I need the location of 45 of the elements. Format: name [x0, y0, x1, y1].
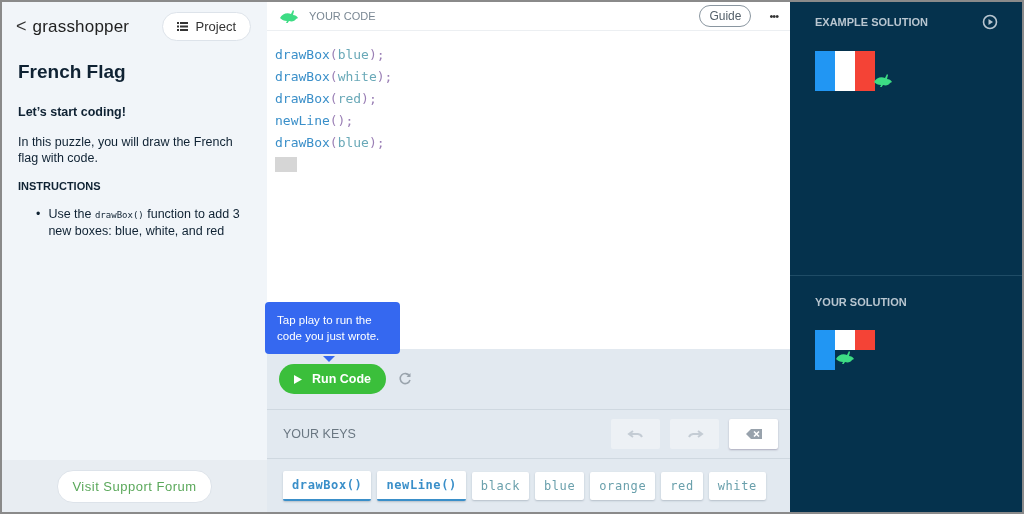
code-key[interactable]: newLine()	[377, 470, 466, 501]
more-button[interactable]: •••	[769, 10, 778, 22]
code-key[interactable]: red	[661, 471, 703, 500]
grasshopper-icon	[279, 9, 299, 23]
code-key[interactable]: blue	[534, 471, 585, 500]
instruction-text: Use the drawBox() function to add 3 new boxes: blue, white, and red	[48, 206, 241, 240]
run-code-button[interactable]: Run Code	[279, 364, 387, 394]
intro-text: In this puzzle, you will draw the French flag with code.	[18, 135, 234, 167]
keys-title: YOUR KEYS	[283, 427, 357, 441]
subtitle: Let’s start coding!	[18, 105, 127, 119]
guide-button[interactable]: Guide	[699, 5, 752, 27]
grasshopper-icon	[873, 73, 893, 87]
flag-drawing	[815, 49, 875, 91]
support-forum-button[interactable]: Visit Support Forum	[57, 469, 212, 503]
play-icon[interactable]	[982, 14, 998, 30]
code-key[interactable]: white	[708, 471, 766, 500]
text-cursor	[275, 157, 297, 172]
project-button[interactable]: Project	[161, 12, 251, 41]
section-heading: INSTRUCTIONS	[18, 180, 102, 193]
reset-icon[interactable]	[398, 372, 413, 386]
code-key[interactable]: orange	[590, 471, 656, 500]
play-icon	[294, 374, 302, 384]
flag-drawing	[815, 328, 875, 370]
code-line: drawBox(white);	[275, 68, 394, 86]
code-key[interactable]: black	[471, 471, 529, 500]
bullet: •	[36, 206, 41, 223]
section-title: EXAMPLE SOLUTION	[815, 16, 929, 28]
redo-icon	[685, 427, 704, 441]
logo: grasshopper	[32, 16, 130, 37]
back-button[interactable]: <	[16, 16, 27, 37]
code-line: drawBox(blue);	[275, 134, 386, 152]
list-icon	[176, 22, 188, 31]
tooltip-pointer	[323, 356, 335, 362]
section-title: YOUR SOLUTION	[815, 296, 907, 308]
tooltip: Tap play to run the code you just wrote.	[265, 302, 400, 354]
grasshopper-icon	[835, 350, 855, 364]
code-line: drawBox(red);	[275, 90, 378, 108]
undo-icon	[626, 427, 645, 441]
code-line: drawBox(blue);	[275, 46, 386, 64]
puzzle-title: French Flag	[18, 61, 127, 83]
panel-title: YOUR CODE	[309, 10, 377, 22]
backspace-button[interactable]	[729, 419, 778, 449]
code-line: newLine();	[275, 112, 355, 130]
code-key[interactable]: drawBox()	[283, 470, 372, 501]
backspace-icon	[744, 427, 763, 441]
